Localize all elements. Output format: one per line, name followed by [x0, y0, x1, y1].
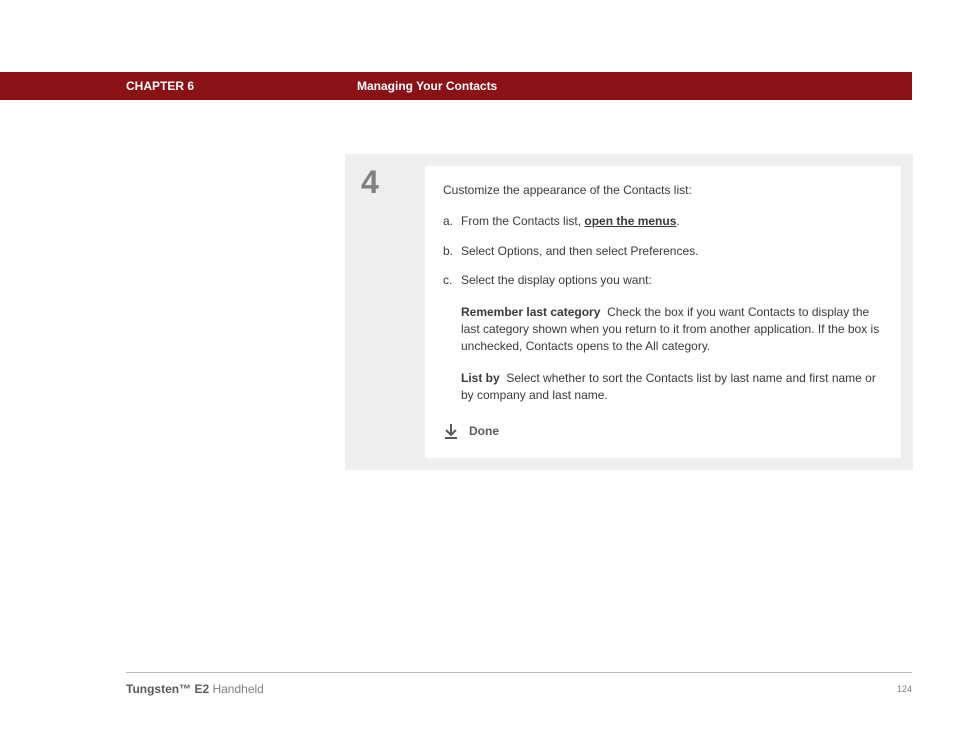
option-label: List by [461, 371, 500, 385]
substep-text: From the Contacts list, open the menus. [461, 213, 883, 230]
step-content: Customize the appearance of the Contacts… [425, 166, 901, 458]
chapter-label: CHAPTER 6 [126, 79, 194, 93]
done-arrow-icon [443, 423, 459, 439]
substep-text: Select Options, and then select Preferen… [461, 243, 883, 260]
chapter-title: Managing Your Contacts [357, 79, 497, 93]
substep-text: Select the display options you want: [461, 272, 883, 289]
substep-marker: a. [443, 213, 461, 230]
step-number-column: 4 [357, 166, 425, 458]
step-box: 4 Customize the appearance of the Contac… [345, 154, 913, 470]
done-label: Done [469, 423, 499, 440]
substep-b: b. Select Options, and then select Prefe… [443, 243, 883, 260]
substep-marker: c. [443, 272, 461, 289]
step-sublist: a. From the Contacts list, open the menu… [443, 213, 883, 289]
footer-rule [126, 672, 912, 673]
chapter-header-bar: CHAPTER 6 Managing Your Contacts [0, 72, 912, 100]
substep-a: a. From the Contacts list, open the menu… [443, 213, 883, 230]
open-menus-link[interactable]: open the menus [584, 214, 676, 228]
substep-c: c. Select the display options you want: [443, 272, 883, 289]
option-listby: List by Select whether to sort the Conta… [461, 370, 883, 405]
option-label: Remember last category [461, 305, 600, 319]
page-number: 124 [897, 684, 912, 694]
footer-product: Tungsten™ E2 Handheld [126, 682, 264, 696]
option-text: Select whether to sort the Contacts list… [461, 371, 876, 402]
option-remember: Remember last category Check the box if … [461, 304, 883, 356]
step-number: 4 [361, 166, 425, 198]
step-intro: Customize the appearance of the Contacts… [443, 182, 883, 199]
display-options-block: Remember last category Check the box if … [461, 304, 883, 405]
substep-marker: b. [443, 243, 461, 260]
done-row: Done [443, 423, 883, 440]
